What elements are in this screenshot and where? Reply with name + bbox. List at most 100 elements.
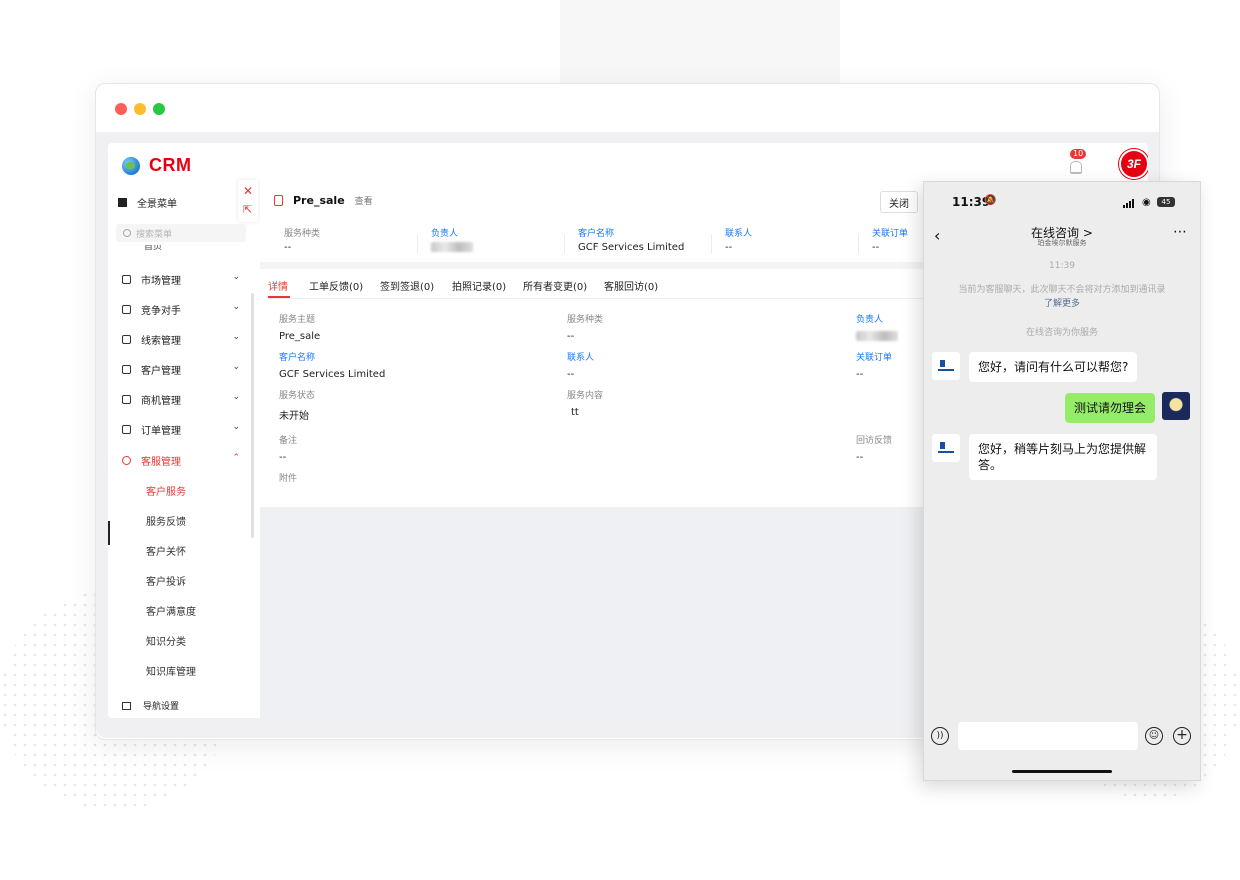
- perkinelmer-logo-icon: [938, 442, 954, 454]
- tab-checkin[interactable]: 签到签退(0): [380, 278, 434, 293]
- sidebar-subitem-customer-service[interactable]: 客户服务: [146, 485, 186, 501]
- sidebar-item-orders[interactable]: 订单管理 ⌄: [122, 419, 240, 439]
- close-button[interactable]: 关闭: [880, 191, 918, 213]
- sidebar-item-opportunities[interactable]: 商机管理 ⌄: [122, 389, 240, 409]
- field-label[interactable]: 联系人: [567, 350, 594, 363]
- sidebar-subitem-knowledge-base[interactable]: 知识库管理: [146, 665, 196, 681]
- agent-avatar[interactable]: [932, 352, 960, 380]
- sidebar-subitem-knowledge-category[interactable]: 知识分类: [146, 635, 186, 651]
- sidebar-item-home-partial[interactable]: 首页: [144, 245, 204, 251]
- phone-status-bar: 11:39 🔕 ◉ 45: [924, 182, 1200, 222]
- search-icon: [123, 229, 131, 237]
- sidebar-subitem-service-feedback[interactable]: 服务反馈: [146, 515, 186, 531]
- all-menu-label: 全景菜单: [137, 199, 177, 210]
- order-icon: [122, 424, 131, 434]
- chevron-up-icon: ⌃: [232, 453, 240, 463]
- redacted-text: [856, 331, 898, 341]
- sidebar: 全景菜单 搜索菜单 首页 市场管理 ⌄ 竞争对手 ⌄ 线索管理 ⌄ 客户管理 ⌄: [108, 183, 258, 718]
- tab-service-revisit[interactable]: 客服回访(0): [604, 278, 658, 293]
- briefcase-icon: [122, 394, 131, 404]
- menu-search-input[interactable]: 搜索菜单: [116, 224, 246, 242]
- summary-label[interactable]: 负责人: [431, 226, 571, 239]
- field-label[interactable]: 负责人: [856, 312, 898, 325]
- chat-message-agent[interactable]: 您好，请问有什么可以帮您?: [969, 352, 1138, 382]
- notification-button[interactable]: 10: [1066, 149, 1087, 175]
- field-value: --: [567, 369, 575, 380]
- sidebar-subitem-complaints[interactable]: 客户投诉: [146, 575, 186, 591]
- sidebar-subitem-satisfaction[interactable]: 客户满意度: [146, 605, 196, 621]
- sidebar-scrollbar[interactable]: [251, 293, 254, 538]
- field-content: 服务内容 tt: [567, 388, 603, 418]
- field-value: --: [856, 369, 864, 380]
- logo-text: CRM: [149, 155, 192, 175]
- all-menu-button[interactable]: 全景菜单: [118, 195, 177, 210]
- app-logo[interactable]: CRM: [122, 155, 192, 176]
- tab-details[interactable]: 详情: [268, 278, 288, 293]
- plus-icon[interactable]: +: [1173, 727, 1191, 745]
- chat-notice: 当前为客服聊天，此次聊天不会将对方添加到通讯录 了解更多: [944, 283, 1180, 311]
- sidebar-item-leads[interactable]: 线索管理 ⌄: [122, 329, 240, 349]
- chevron-down-icon: ⌄: [232, 272, 240, 282]
- battery-icon: 45: [1157, 197, 1175, 207]
- agent-avatar[interactable]: [932, 434, 960, 462]
- tab-owner-changes[interactable]: 所有者变更(0): [523, 278, 587, 293]
- field-value: Pre_sale: [279, 331, 321, 342]
- home-icon: [122, 701, 131, 710]
- globe-icon: [122, 156, 140, 175]
- message-input[interactable]: [958, 722, 1138, 750]
- sidebar-item-customers[interactable]: 客户管理 ⌄: [122, 359, 240, 379]
- chat-message-user[interactable]: 测试请勿理会: [1064, 393, 1155, 423]
- divider: [417, 234, 418, 254]
- bell-icon: [1070, 161, 1082, 174]
- menu-icon: [118, 198, 127, 207]
- user-avatar[interactable]: 3F: [1119, 149, 1148, 179]
- minimize-window-dot[interactable]: [134, 103, 146, 115]
- field-value: --: [279, 452, 287, 463]
- sidebar-item-label: 导航设置: [143, 702, 180, 712]
- field-status: 服务状态 未开始: [279, 388, 315, 422]
- chevron-down-icon: ⌄: [232, 362, 240, 372]
- field-label: 附件: [279, 474, 298, 484]
- field-label[interactable]: 客户名称: [279, 350, 385, 363]
- user-chat-avatar[interactable]: [1162, 392, 1190, 420]
- field-value: --: [856, 452, 864, 463]
- summary-contact: 联系人 --: [725, 226, 865, 253]
- close-icon[interactable]: ✕: [243, 185, 253, 197]
- chevron-down-icon: ⌄: [232, 302, 240, 312]
- sidebar-item-label: 订单管理: [141, 425, 181, 437]
- field-label[interactable]: 关联订单: [856, 350, 892, 363]
- chat-header: ‹ 在线咨询 > 珀金埃尔默服务 ⋯: [924, 222, 1200, 252]
- learn-more-link[interactable]: 了解更多: [1044, 299, 1080, 309]
- summary-label: 服务种类: [284, 229, 321, 239]
- sidebar-item-market[interactable]: 市场管理 ⌄: [122, 269, 240, 289]
- sidebar-subitem-customer-care[interactable]: 客户关怀: [146, 545, 186, 561]
- voice-icon[interactable]: )): [931, 727, 949, 745]
- sidebar-item-label: 商机管理: [141, 395, 181, 407]
- summary-label[interactable]: 客户名称: [578, 226, 718, 239]
- maximize-window-dot[interactable]: [153, 103, 165, 115]
- home-indicator: [1012, 770, 1112, 773]
- chevron-down-icon: ⌄: [232, 332, 240, 342]
- field-value: --: [567, 331, 575, 342]
- detail-tabs: 详情 工单反馈(0) 签到签退(0) 拍照记录(0) 所有者变更(0) 客服回访…: [268, 272, 928, 299]
- chat-message-agent[interactable]: 您好，稍等片刻马上为您提供解答。: [969, 434, 1157, 480]
- sidebar-item-nav-settings[interactable]: 导航设置: [122, 699, 179, 712]
- more-options-icon[interactable]: ⋯: [1173, 224, 1188, 240]
- signal-icon: [1123, 199, 1137, 208]
- service-notice: 在线咨询为你服务: [1025, 328, 1098, 338]
- summary-owner: 负责人: [431, 226, 571, 253]
- emoji-icon[interactable]: ☺: [1145, 727, 1163, 745]
- close-window-dot[interactable]: [115, 103, 127, 115]
- sidebar-item-label: 客服管理: [141, 456, 181, 468]
- search-placeholder: 搜索菜单: [136, 229, 173, 240]
- field-customer: 客户名称 GCF Services Limited: [279, 350, 385, 380]
- sidebar-item-service[interactable]: 客服管理 ⌃: [122, 450, 240, 470]
- collapse-icon[interactable]: ⇱: [243, 204, 252, 216]
- sidebar-item-label: 市场管理: [141, 275, 181, 287]
- summary-label[interactable]: 联系人: [725, 226, 865, 239]
- sidebar-item-competitor[interactable]: 竞争对手 ⌄: [122, 299, 240, 319]
- sidebar-item-label: 客户管理: [141, 365, 181, 377]
- tab-ticket-feedback[interactable]: 工单反馈(0): [309, 278, 363, 293]
- summary-value: --: [284, 242, 292, 253]
- tab-photos[interactable]: 拍照记录(0): [452, 278, 506, 293]
